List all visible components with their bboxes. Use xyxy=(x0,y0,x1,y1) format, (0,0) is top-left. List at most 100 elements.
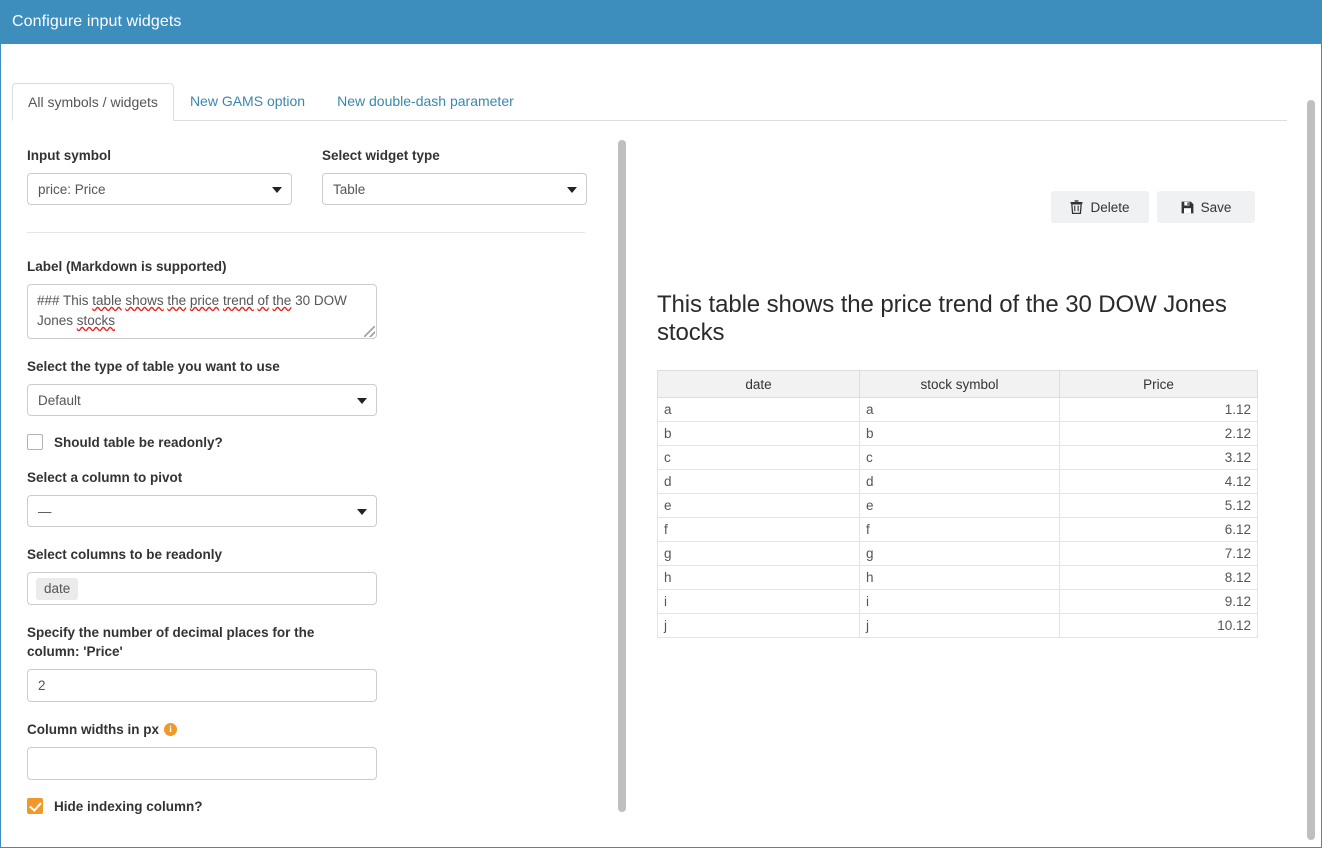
window-title: Configure input widgets xyxy=(1,13,182,31)
table-cell[interactable]: 10.12 xyxy=(1060,614,1258,638)
hide-indexing-column-checkbox-row[interactable]: Hide indexing column? xyxy=(27,798,587,814)
configure-input-widgets-window: Configure input widgets All symbols / wi… xyxy=(0,0,1322,848)
tab-new-gams-option[interactable]: New GAMS option xyxy=(174,82,321,120)
table-cell[interactable]: c xyxy=(860,446,1060,470)
readonly-table-checkbox-row[interactable]: Should table be readonly? xyxy=(27,434,587,450)
table-cell[interactable]: 4.12 xyxy=(1060,470,1258,494)
table-cell[interactable]: j xyxy=(658,614,860,638)
table-type-select[interactable]: Default xyxy=(27,384,377,416)
widget-type-value: Table xyxy=(333,182,365,197)
page-scrollbar-thumb[interactable] xyxy=(1307,100,1315,840)
form-pane-scrollbar[interactable] xyxy=(615,136,629,848)
input-symbol-select[interactable]: price: Price xyxy=(27,173,292,205)
trash-icon xyxy=(1070,200,1083,214)
table-row: dd4.12 xyxy=(658,470,1258,494)
table-cell[interactable]: c xyxy=(658,446,860,470)
page-scrollbar[interactable] xyxy=(1304,88,1318,848)
info-icon[interactable]: i xyxy=(164,723,177,736)
table-header-row: date stock symbol Price xyxy=(658,371,1258,398)
table-cell[interactable]: 8.12 xyxy=(1060,566,1258,590)
chevron-down-icon xyxy=(357,398,367,404)
action-buttons: Delete Save xyxy=(1051,191,1255,223)
chevron-down-icon xyxy=(357,509,367,515)
table-row: ii9.12 xyxy=(658,590,1258,614)
column-header-price[interactable]: Price xyxy=(1060,371,1258,398)
section-divider xyxy=(27,232,585,233)
readonly-table-checkbox[interactable] xyxy=(27,434,43,450)
table-cell[interactable]: i xyxy=(658,590,860,614)
table-cell[interactable]: f xyxy=(860,518,1060,542)
delete-button[interactable]: Delete xyxy=(1051,191,1149,223)
column-widths-label-text: Column widths in px xyxy=(27,722,159,737)
column-widths-input[interactable] xyxy=(27,747,377,780)
table-cell[interactable]: 9.12 xyxy=(1060,590,1258,614)
table-row: ee5.12 xyxy=(658,494,1258,518)
table-cell[interactable]: h xyxy=(860,566,1060,590)
markdown-label-textarea[interactable]: ### This table shows the price trend of … xyxy=(27,284,377,339)
table-cell[interactable]: a xyxy=(860,398,1060,422)
tab-label: New GAMS option xyxy=(190,93,305,109)
input-symbol-label: Input symbol xyxy=(27,146,292,165)
table-row: aa1.12 xyxy=(658,398,1258,422)
table-cell[interactable]: e xyxy=(658,494,860,518)
column-header-date[interactable]: date xyxy=(658,371,860,398)
table-cell[interactable]: h xyxy=(658,566,860,590)
decimal-places-label: Specify the number of decimal places for… xyxy=(27,623,357,661)
table-cell[interactable]: a xyxy=(658,398,860,422)
pivot-column-value: — xyxy=(38,504,52,519)
table-cell[interactable]: g xyxy=(860,542,1060,566)
table-cell[interactable]: d xyxy=(658,470,860,494)
resize-handle-icon[interactable] xyxy=(364,326,375,337)
table-cell[interactable]: 1.12 xyxy=(1060,398,1258,422)
table-cell[interactable]: b xyxy=(658,422,860,446)
table-cell[interactable]: 7.12 xyxy=(1060,542,1258,566)
window-titlebar: Configure input widgets xyxy=(1,0,1322,44)
table-cell[interactable]: 5.12 xyxy=(1060,494,1258,518)
markdown-label-value: ### This table shows the price trend of … xyxy=(37,293,347,328)
preview-table-wrapper: date stock symbol Price aa1.12bb2.12cc3.… xyxy=(657,370,1257,638)
table-cell[interactable]: b xyxy=(860,422,1060,446)
readonly-columns-label: Select columns to be readonly xyxy=(27,545,587,564)
delete-button-label: Delete xyxy=(1090,200,1129,215)
widget-config-form-pane: Input symbol price: Price Select widget … xyxy=(1,136,613,848)
tab-all-symbols-widgets[interactable]: All symbols / widgets xyxy=(12,83,174,121)
table-row: bb2.12 xyxy=(658,422,1258,446)
hide-indexing-column-checkbox[interactable] xyxy=(27,798,43,814)
table-cell[interactable]: e xyxy=(860,494,1060,518)
table-cell[interactable]: 2.12 xyxy=(1060,422,1258,446)
save-button[interactable]: Save xyxy=(1157,191,1255,223)
tab-label: All symbols / widgets xyxy=(28,94,158,110)
tab-bar: All symbols / widgets New GAMS option Ne… xyxy=(12,83,1287,121)
table-cell[interactable]: 6.12 xyxy=(1060,518,1258,542)
decimal-places-input[interactable]: 2 xyxy=(27,669,377,702)
table-row: ff6.12 xyxy=(658,518,1258,542)
chevron-down-icon xyxy=(567,187,577,193)
table-type-value: Default xyxy=(38,393,81,408)
column-header-stock-symbol[interactable]: stock symbol xyxy=(860,371,1060,398)
table-cell[interactable]: i xyxy=(860,590,1060,614)
widget-type-label: Select widget type xyxy=(322,146,587,165)
window-body: All symbols / widgets New GAMS option Ne… xyxy=(1,44,1322,848)
table-cell[interactable]: j xyxy=(860,614,1060,638)
widget-type-group: Select widget type Table xyxy=(322,146,587,205)
pivot-column-label: Select a column to pivot xyxy=(27,468,587,487)
pivot-column-select[interactable]: — xyxy=(27,495,377,527)
tab-label: New double-dash parameter xyxy=(337,93,514,109)
table-cell[interactable]: d xyxy=(860,470,1060,494)
widget-type-select[interactable]: Table xyxy=(322,173,587,205)
readonly-columns-multiselect[interactable]: date xyxy=(27,572,377,605)
column-widths-label: Column widths in px i xyxy=(27,720,587,739)
table-row: cc3.12 xyxy=(658,446,1258,470)
readonly-column-tag[interactable]: date xyxy=(36,578,78,600)
save-button-label: Save xyxy=(1201,200,1232,215)
table-cell[interactable]: 3.12 xyxy=(1060,446,1258,470)
input-symbol-group: Input symbol price: Price xyxy=(27,146,292,205)
form-pane-scrollbar-thumb[interactable] xyxy=(618,140,626,812)
chevron-down-icon xyxy=(272,187,282,193)
readonly-table-label: Should table be readonly? xyxy=(54,435,223,450)
table-cell[interactable]: f xyxy=(658,518,860,542)
tab-new-double-dash-parameter[interactable]: New double-dash parameter xyxy=(321,82,530,120)
preview-table: date stock symbol Price aa1.12bb2.12cc3.… xyxy=(657,370,1258,638)
preview-heading: This table shows the price trend of the … xyxy=(657,291,1267,347)
table-cell[interactable]: g xyxy=(658,542,860,566)
